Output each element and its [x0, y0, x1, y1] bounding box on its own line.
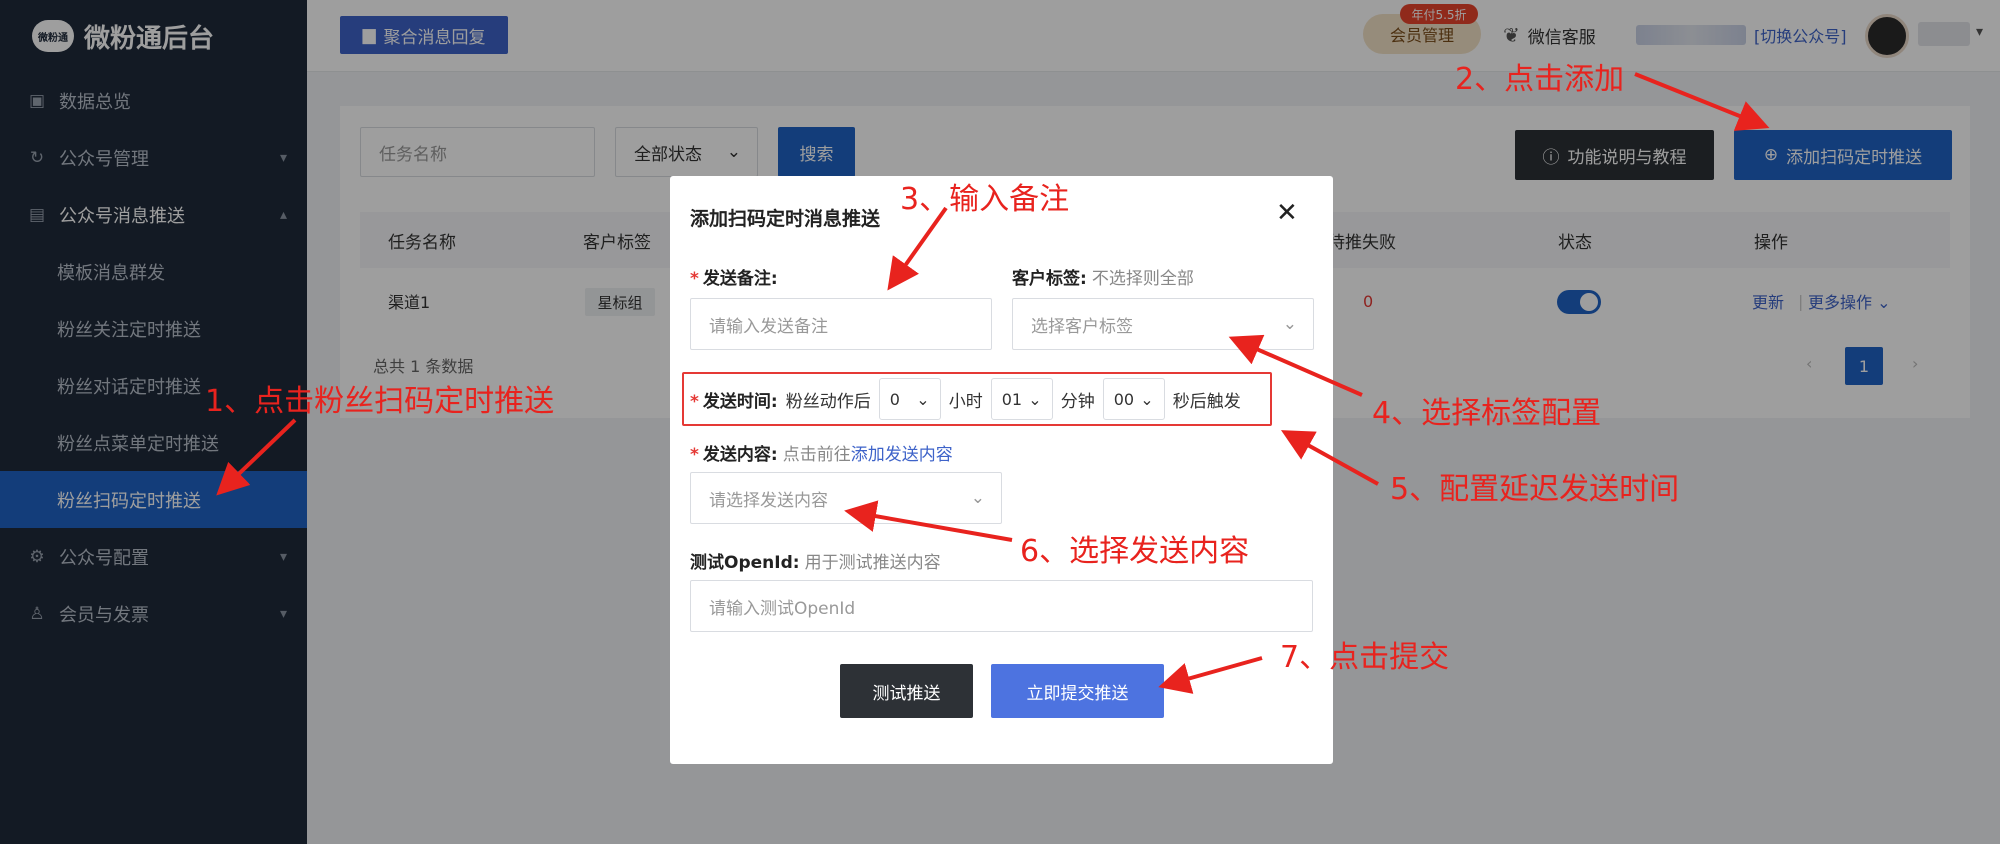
annotation-step3: 3、输入备注 [900, 182, 1070, 217]
annotation-step1: 1、点击粉丝扫码定时推送 [205, 384, 555, 419]
arrow-step7 [1158, 656, 1263, 694]
annotation-step4: 4、选择标签配置 [1372, 396, 1602, 431]
arrow-step6 [844, 500, 1013, 542]
arrow-step5 [1281, 430, 1379, 486]
annotation-step7: 7、点击提交 [1280, 640, 1450, 675]
annotation-arrows [216, 72, 1770, 694]
annotation-step5: 5、配置延迟发送时间 [1390, 472, 1680, 507]
annotation-step6: 6、选择发送内容 [1020, 534, 1250, 569]
arrow-step4 [1228, 334, 1363, 397]
arrow-step3 [887, 206, 948, 291]
annotation-step2: 2、点击添加 [1455, 62, 1625, 97]
arrow-step2 [1634, 72, 1770, 131]
arrow-step1 [216, 418, 297, 496]
